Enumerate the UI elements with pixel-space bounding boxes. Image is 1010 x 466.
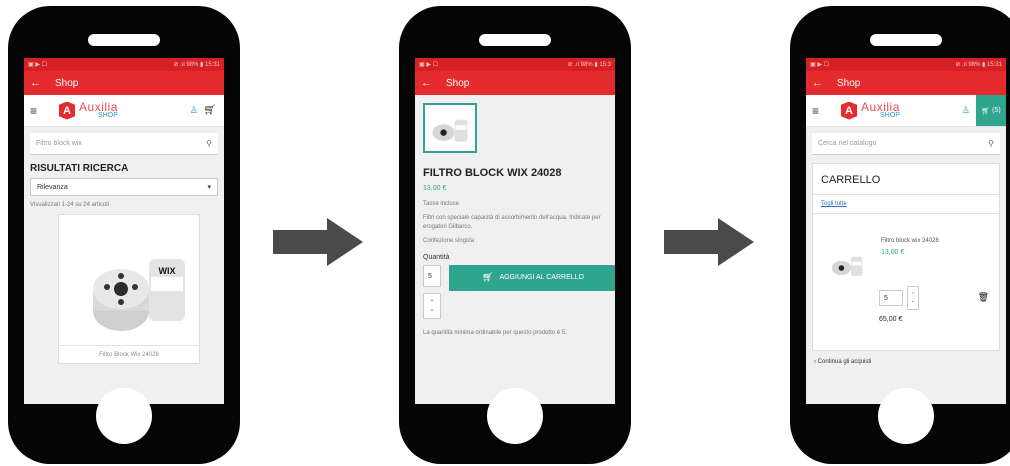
sort-select[interactable]: Rilevanza ▾ — [30, 178, 218, 196]
trash-icon[interactable]: 🗑︎ — [978, 292, 989, 303]
results-heading: RISULTATI RICERCA — [30, 163, 129, 174]
app-bar: ← Shop — [806, 71, 1006, 95]
phone-frame-2: ▣ ▶ ☐ ⊘ .ıl 98% ▮ 15:3 ← Shop FILTRO BLO… — [399, 6, 631, 464]
logo-text[interactable]: Auxilia SHOP — [861, 101, 900, 119]
tax-note: Tasse incluse — [423, 201, 460, 207]
quantity-label: Quantità — [423, 253, 450, 261]
status-icons-left: ▣ ▶ ☐ — [810, 62, 829, 68]
search-input[interactable]: Filtro block wix ⚲ — [30, 133, 218, 155]
add-to-cart-button[interactable]: 🛒︎ AGGIUNGI AL CARRELLO — [449, 264, 615, 291]
screen-search-results: ▣ ▶ ☐ ⊘ .ıl 98% ▮ 15:31 ← Shop ≡ A Auxil… — [24, 58, 224, 404]
search-placeholder: Cerca nel catalogo — [818, 140, 877, 147]
logo-sub: SHOP — [880, 111, 900, 119]
product-caption: Filtro Block Wix 24028 — [59, 345, 199, 363]
search-input[interactable]: Cerca nel catalogo ⚲ — [812, 133, 1000, 155]
phone-frame-3: ▣ ▶ ☐ ⊘ .ıl 98% ▮ 15:31 ← Shop ≡ A Auxil… — [790, 6, 1010, 464]
continue-shopping-link[interactable]: ‹ Continua gli acquisti — [814, 359, 998, 365]
logo-icon[interactable]: A — [841, 101, 858, 120]
chevron-down-icon[interactable]: ⌄ — [911, 298, 915, 304]
cart-item-price: 13,00 € — [881, 249, 905, 256]
cart-item-quantity-input[interactable]: 5 — [879, 290, 903, 306]
user-icon[interactable]: ♙ — [962, 105, 970, 116]
search-icon[interactable]: ⚲ — [988, 139, 994, 148]
product-description: Filtri con speciale capacità di assorbim… — [423, 215, 601, 230]
quantity-input[interactable]: 5 — [423, 264, 441, 287]
status-icons-left: ▣ ▶ ☐ — [419, 62, 438, 68]
screen-cart: ▣ ▶ ☐ ⊘ .ıl 98% ▮ 15:31 ← Shop ≡ A Auxil… — [806, 58, 1006, 404]
results-count: Visualizzati 1-24 su 24 articoli — [30, 202, 109, 208]
status-bar: ▣ ▶ ☐ ⊘ .ıl 98% ▮ 15:3 — [415, 58, 615, 71]
home-button — [96, 388, 152, 444]
quantity-stepper[interactable]: ⌃ ⌄ — [907, 286, 919, 310]
user-icon[interactable]: ♙ — [190, 105, 198, 116]
back-arrow-icon[interactable]: ← — [421, 77, 432, 89]
cart-panel: CARRELLO Togli tutte Filtro block wix 24… — [812, 163, 1000, 351]
home-button — [487, 388, 543, 444]
cart-icon: 🛒︎ — [981, 107, 991, 115]
chevron-left-icon: ‹ — [814, 359, 816, 365]
product-price: 13,00 € — [423, 185, 447, 192]
quantity-row: 5 🛒︎ AGGIUNGI AL CARRELLO — [423, 264, 615, 291]
search-icon[interactable]: ⚲ — [206, 139, 212, 148]
status-icons-right: ⊘ .ıl 98% ▮ 15:3 — [567, 62, 611, 68]
cart-count: (5) — [992, 107, 1001, 114]
product-image: WIX — [93, 259, 185, 331]
cart-item-total: 65,00 € — [879, 316, 903, 323]
cart-icon: 🛒︎ — [482, 272, 494, 283]
logo-bar: ≡ A Auxilia SHOP ♙ 🛒︎ — [24, 95, 224, 127]
phone-frame-1: ▣ ▶ ☐ ⊘ .ıl 98% ▮ 15:31 ← Shop ≡ A Auxil… — [8, 6, 240, 464]
minimum-quantity-note: La quantità minima ordinabile per questo… — [423, 329, 567, 336]
cart-item-image — [831, 256, 863, 276]
screen-product-detail: ▣ ▶ ☐ ⊘ .ıl 98% ▮ 15:3 ← Shop FILTRO BLO… — [415, 58, 615, 404]
product-thumbnail[interactable] — [423, 103, 477, 153]
logo-bar: ≡ A Auxilia SHOP ♙ 🛒︎ (5) — [806, 95, 1006, 127]
chevron-down-icon[interactable]: ⌄ — [429, 306, 434, 313]
menu-icon[interactable]: ≡ — [30, 104, 37, 118]
speaker-slot — [479, 34, 551, 46]
speaker-slot — [870, 34, 942, 46]
status-icons-left: ▣ ▶ ☐ — [28, 62, 47, 68]
cart-item-name[interactable]: Filtro block wix 24028 — [881, 238, 939, 244]
right-arrow-icon — [273, 218, 363, 266]
chevron-up-icon[interactable]: ⌃ — [429, 299, 434, 306]
continue-shopping-label: Continua gli acquisti — [817, 359, 872, 365]
app-bar: ← Shop — [415, 71, 615, 95]
logo-icon[interactable]: A — [59, 101, 76, 120]
logo-sub: SHOP — [98, 111, 118, 119]
add-to-cart-label: AGGIUNGI AL CARRELLO — [499, 274, 584, 282]
sort-value: Rilevanza — [37, 183, 68, 191]
app-bar-title: Shop — [837, 77, 861, 89]
status-icons-right: ⊘ .ıl 98% ▮ 15:31 — [955, 62, 1002, 68]
pack-note: Confezione singola — [423, 238, 475, 245]
product-brand: WIX — [159, 266, 176, 276]
chevron-down-icon: ▾ — [207, 184, 211, 191]
app-bar: ← Shop — [24, 71, 224, 95]
right-arrow-icon — [664, 218, 754, 266]
status-bar: ▣ ▶ ☐ ⊘ .ıl 98% ▮ 15:31 — [806, 58, 1006, 71]
status-icons-right: ⊘ .ıl 98% ▮ 15:31 — [173, 62, 220, 68]
search-value: Filtro block wix — [36, 140, 82, 147]
product-thumbnail-image — [432, 119, 468, 142]
back-arrow-icon[interactable]: ← — [812, 77, 823, 89]
quantity-stepper[interactable]: ⌃ ⌄ — [423, 292, 441, 319]
cart-icon[interactable]: 🛒︎ — [203, 105, 216, 116]
logo-text[interactable]: Auxilia SHOP — [79, 101, 118, 119]
app-bar-title: Shop — [446, 77, 470, 89]
product-title: FILTRO BLOCK WIX 24028 — [423, 167, 562, 179]
cart-title: CARRELLO — [821, 174, 881, 186]
home-button — [878, 388, 934, 444]
product-card[interactable]: WIX Filtro Block Wix 24028 — [58, 214, 200, 364]
remove-all-link[interactable]: Togli tutte — [813, 194, 999, 214]
speaker-slot — [88, 34, 160, 46]
menu-icon[interactable]: ≡ — [812, 104, 819, 118]
cart-button[interactable]: 🛒︎ (5) — [976, 95, 1006, 126]
back-arrow-icon[interactable]: ← — [30, 77, 41, 89]
app-bar-title: Shop — [55, 77, 79, 89]
status-bar: ▣ ▶ ☐ ⊘ .ıl 98% ▮ 15:31 — [24, 58, 224, 71]
